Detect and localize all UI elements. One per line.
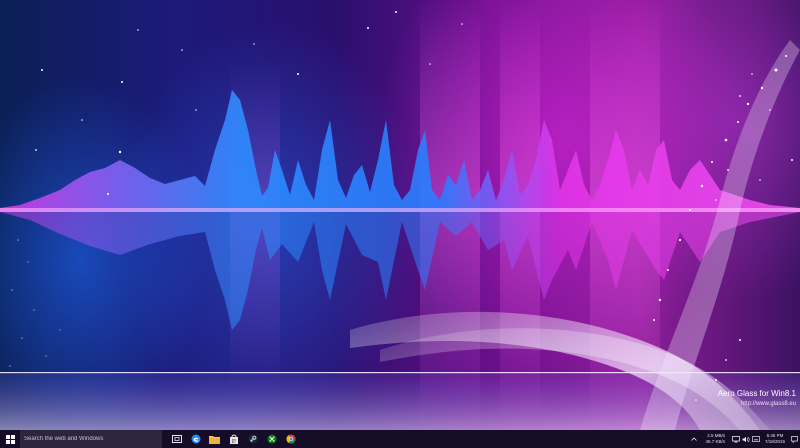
network-button[interactable] xyxy=(731,430,741,448)
search-input[interactable] xyxy=(24,432,158,446)
file-explorer-button[interactable] xyxy=(205,430,224,448)
edge-icon xyxy=(191,434,200,444)
volume-button[interactable] xyxy=(741,430,751,448)
taskbar-clock[interactable]: 5:45 PM 7/18/2015 xyxy=(761,433,789,445)
xbox-icon xyxy=(267,434,276,444)
clock-date: 7/18/2015 xyxy=(764,439,786,444)
xbox-button[interactable] xyxy=(262,430,281,448)
steam-button[interactable] xyxy=(243,430,262,448)
system-tray: 2.5 MB/s 45.7 KB/s 5:45 PM 7/18/2015 xyxy=(689,430,800,448)
pinned-apps xyxy=(167,430,300,448)
folder-icon xyxy=(209,435,220,444)
search-box[interactable] xyxy=(20,430,162,448)
watermark-url: http://www.glass8.eu xyxy=(740,401,796,407)
action-center-button[interactable] xyxy=(789,430,800,448)
store-bag-icon xyxy=(229,434,238,444)
desktop[interactable]: Aero Glass for Win8.1 http://www.glass8.… xyxy=(0,0,800,430)
show-hidden-icons-button[interactable] xyxy=(689,430,699,448)
steam-icon xyxy=(248,434,257,444)
task-view-icon xyxy=(171,435,182,443)
net-download-speed: 45.7 KB/s xyxy=(705,439,725,444)
taskbar: 2.5 MB/s 45.7 KB/s 5:45 PM 7/18/2015 xyxy=(0,430,800,448)
aero-glass-watermark: Aero Glass for Win8.1 http://www.glass8.… xyxy=(718,389,796,409)
start-button[interactable] xyxy=(0,430,20,448)
windows-logo-icon xyxy=(5,434,15,444)
edge-button[interactable] xyxy=(186,430,205,448)
keyboard-icon xyxy=(752,436,760,442)
watermark-title: Aero Glass for Win8.1 xyxy=(717,389,796,398)
network-speed-meter: 2.5 MB/s 45.7 KB/s xyxy=(699,433,725,445)
store-button[interactable] xyxy=(224,430,243,448)
chrome-button[interactable] xyxy=(281,430,300,448)
chevron-up-icon xyxy=(691,437,697,441)
wallpaper xyxy=(0,0,800,430)
input-language-button[interactable] xyxy=(751,430,761,448)
chrome-icon xyxy=(285,434,295,444)
network-icon xyxy=(732,435,740,442)
speaker-icon xyxy=(742,436,750,442)
task-view-button[interactable] xyxy=(167,430,186,448)
notification-icon xyxy=(791,435,798,443)
